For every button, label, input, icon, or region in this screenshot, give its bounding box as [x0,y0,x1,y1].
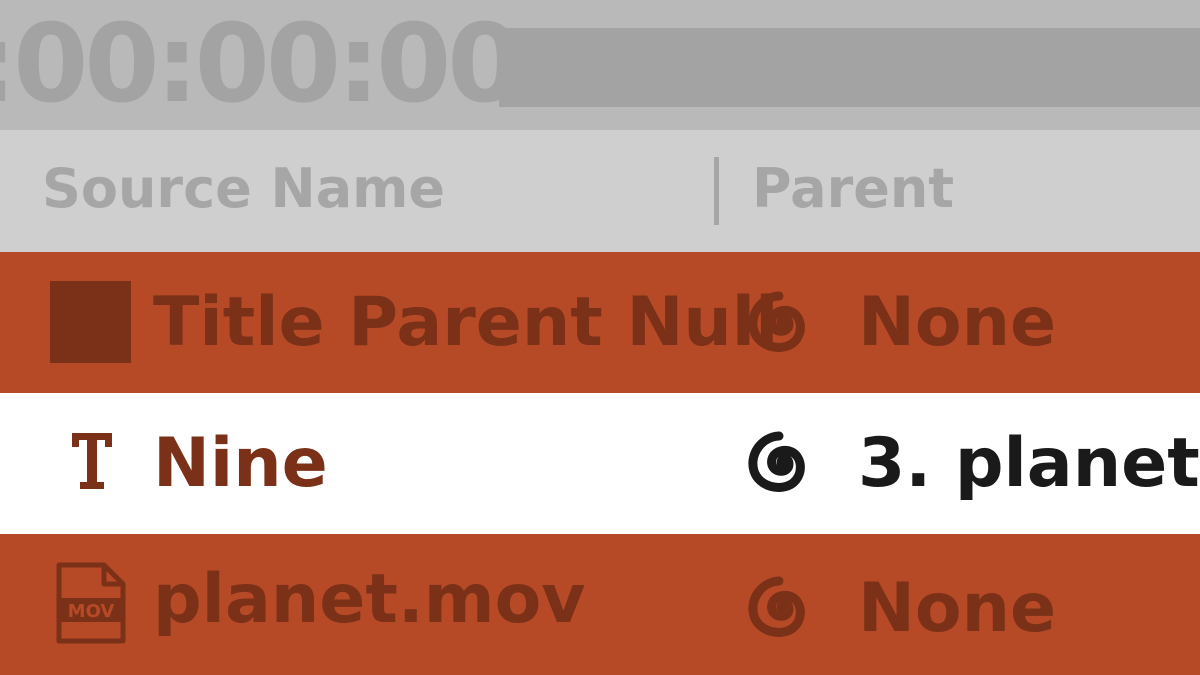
layer-row[interactable]: MOV planet.mov None [0,534,1200,675]
null-layer-icon [50,281,131,363]
svg-text:MOV: MOV [68,601,115,622]
parent-value[interactable]: None [858,252,1056,393]
pick-whip-icon[interactable] [745,287,817,359]
text-layer-icon [72,433,112,489]
pick-whip-icon[interactable] [745,427,817,499]
layer-row[interactable]: Nine 3. planet.m [0,393,1200,534]
timeline-top-bar: :00:00:00 [0,0,1200,130]
column-header-parent[interactable]: Parent [752,130,954,252]
parent-value[interactable]: None [858,534,1056,675]
mov-file-icon: MOV [56,562,126,644]
time-ruler-bar[interactable] [499,28,1200,107]
pick-whip-icon[interactable] [745,572,817,644]
layer-name[interactable]: planet.mov [153,534,586,675]
layer-row[interactable]: Title Parent Null None [0,252,1200,393]
column-divider[interactable] [714,157,719,225]
parent-value[interactable]: 3. planet.m [858,393,1200,534]
layer-name[interactable]: Nine [153,393,328,534]
current-timecode[interactable]: :00:00:00 [0,3,522,127]
layer-column-header: Source Name Parent [0,130,1200,252]
column-header-source-name[interactable]: Source Name [42,130,445,252]
layer-name[interactable]: Title Parent Null [153,252,778,393]
